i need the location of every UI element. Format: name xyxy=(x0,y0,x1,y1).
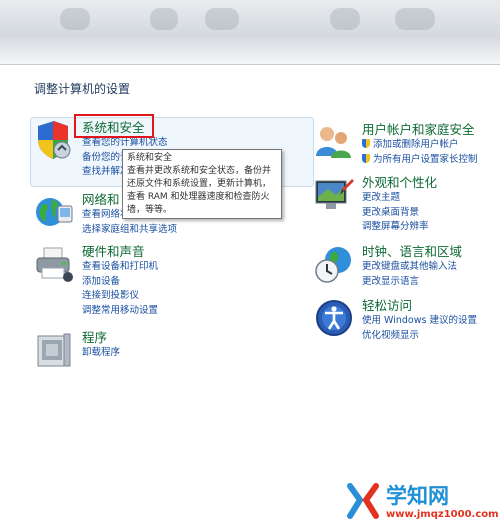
category-link[interactable]: 更改键盘或其他输入法 xyxy=(362,260,500,275)
window-top-strip xyxy=(0,0,500,65)
watermark-url: www.jmqz1000.com xyxy=(386,509,499,520)
category-link[interactable]: 为所有用户设置家长控制 xyxy=(362,153,500,168)
globe-network-icon xyxy=(36,198,73,226)
accessibility-icon xyxy=(316,300,352,336)
category-title[interactable]: 轻松访问 xyxy=(362,298,500,314)
printer-icon xyxy=(36,247,73,282)
category-link[interactable]: 更改显示语言 xyxy=(362,275,500,290)
blurred-toolbar-shape xyxy=(330,8,360,30)
category-link[interactable]: 更改桌面背景 xyxy=(362,206,500,221)
blurred-toolbar-shape xyxy=(150,8,178,30)
clock-globe-icon xyxy=(315,247,351,283)
appearance-monitor-icon xyxy=(315,179,354,209)
blurred-toolbar-shape xyxy=(205,8,239,30)
tooltip-line: 查看 RAM 和处理器速度和检查防火 xyxy=(127,192,270,202)
category-title[interactable]: 外观和个性化 xyxy=(362,175,500,191)
category-link[interactable]: 添加设备 xyxy=(82,275,272,290)
blurred-toolbar-shape xyxy=(395,8,435,30)
tooltip-line: 查看并更改系统和安全状态，备份并 xyxy=(127,166,272,176)
blurred-toolbar-shape xyxy=(60,8,90,30)
category-link[interactable]: 优化视频显示 xyxy=(362,329,500,344)
tooltip-system-security: 系统和安全 查看并更改系统和安全状态，备份并 还原文件和系统设置，更新计算机， … xyxy=(122,149,282,219)
category-link[interactable]: 使用 Windows 建议的设置 xyxy=(362,314,500,329)
category-link[interactable]: 卸载程序 xyxy=(82,346,272,361)
programs-icon xyxy=(37,333,71,367)
tooltip-line: 还原文件和系统设置，更新计算机， xyxy=(127,179,272,189)
tooltip-line: 墙，等等。 xyxy=(127,205,173,215)
category-title[interactable]: 程序 xyxy=(82,330,272,346)
shield-icon xyxy=(38,121,71,159)
category-link[interactable]: 更改主题 xyxy=(362,191,500,206)
category-link[interactable]: 连接到投影仪 xyxy=(82,289,272,304)
watermark-x-icon xyxy=(347,483,379,519)
category-title[interactable]: 用户帐户和家庭安全 xyxy=(362,122,500,138)
category-link[interactable]: 选择家庭组和共享选项 xyxy=(82,223,272,238)
category-link[interactable]: 查看设备和打印机 xyxy=(82,260,272,275)
highlight-red-box xyxy=(74,114,154,138)
users-icon xyxy=(316,127,351,158)
category-title[interactable]: 时钟、语言和区域 xyxy=(362,244,500,260)
category-link[interactable]: 调整常用移动设置 xyxy=(82,304,272,319)
page-title: 调整计算机的设置 xyxy=(34,82,131,96)
watermark-title: 学知网 xyxy=(386,484,449,508)
category-title[interactable]: 硬件和声音 xyxy=(82,244,272,260)
category-link[interactable]: 添加或删除用户帐户 xyxy=(362,138,500,153)
category-link[interactable]: 调整屏幕分辨率 xyxy=(362,220,500,235)
watermark-logo: 学知网 www.jmqz1000.com xyxy=(346,478,499,524)
tooltip-line: 系统和安全 xyxy=(127,153,173,163)
